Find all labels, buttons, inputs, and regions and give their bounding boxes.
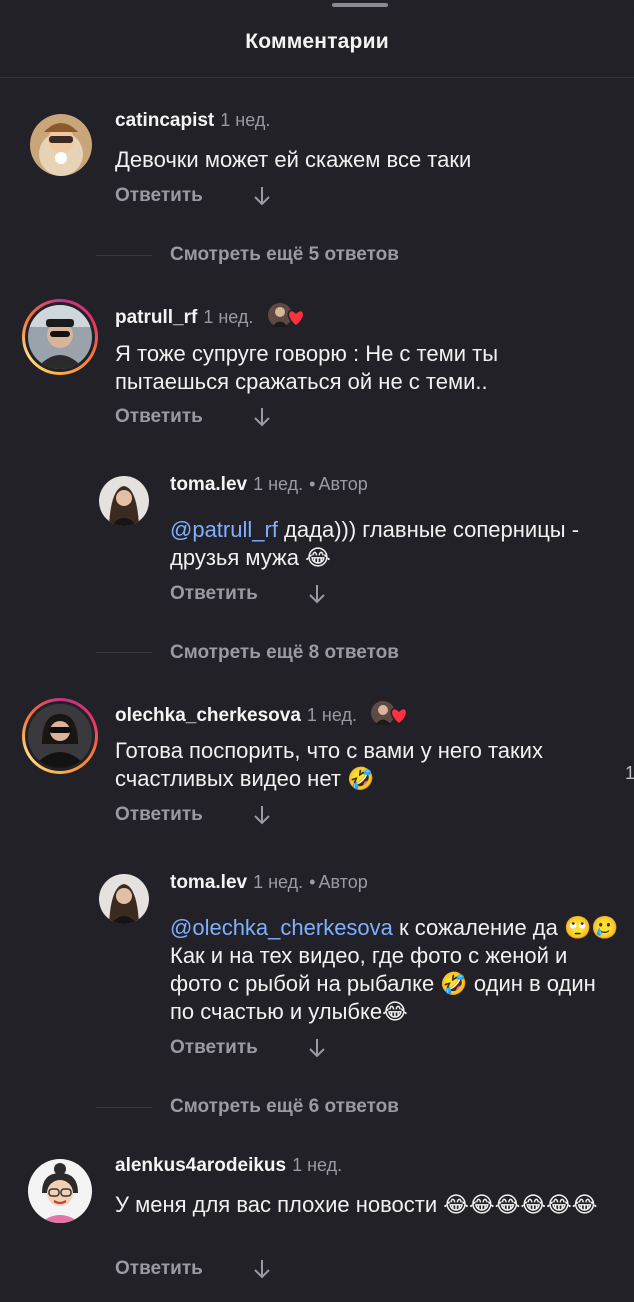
drag-handle[interactable] [332,3,388,7]
username[interactable]: toma.lev [170,872,247,893]
arrow-down-icon[interactable] [252,804,272,826]
author-liked-badge [370,700,412,726]
username[interactable]: toma.lev [170,474,247,495]
comment-meta: alenkus4arodeikus 1 нед. [115,1155,342,1177]
avatar[interactable] [99,874,149,924]
mention-link[interactable]: @olechka_cherkesova [170,915,393,940]
username[interactable]: patrull_rf [115,307,197,328]
author-liked-badge [267,302,309,328]
cut-off-text: 1 [625,763,634,783]
timestamp: 1 нед. [306,705,357,725]
comment-body: Готова поспорить, что с вами у него таки… [115,738,543,791]
comment-body: Девочки может ей скажем все таки [115,147,472,172]
comment-body: Я тоже супруге говорю : Не с теми ты пыт… [115,341,499,394]
comment-text: @olechka_cherkesova к сожаление да 🙄🥲 Ка… [170,914,620,1026]
comment-text: Готова поспорить, что с вами у него таки… [115,737,615,793]
comment-text: Девочки может ей скажем все таки [115,146,605,174]
avatar[interactable] [30,114,92,176]
comment-meta: patrull_rf 1 нед. [115,302,309,329]
reply-button[interactable]: Ответить [115,185,203,207]
reply-button[interactable]: Ответить [115,804,203,826]
username[interactable]: catincapist [115,110,214,131]
view-more-replies[interactable]: Смотреть ещё 5 ответов [170,244,399,266]
separator-dot: • [309,872,316,892]
comment-text: Я тоже супруге говорю : Не с теми ты пыт… [115,340,605,396]
avatar[interactable] [99,476,149,526]
comment-meta: toma.lev 1 нед. • Автор [170,872,368,894]
timestamp: 1 нед. [203,307,254,327]
divider [96,255,152,256]
comments-sheet: Комментарии catincapist 1 нед. Девочки мо… [0,0,634,1302]
avatar[interactable] [28,704,92,768]
arrow-down-icon[interactable] [252,1258,272,1280]
avatar[interactable] [28,305,92,369]
divider [96,1107,152,1108]
arrow-down-icon[interactable] [252,185,272,207]
comment-text: У меня для вас плохие новости 😂😂😂😂😂😂 [115,1191,615,1219]
avatar[interactable] [28,1159,92,1223]
timestamp: 1 нед. [253,872,304,892]
sheet-header: Комментарии [0,0,634,78]
comment-body: У меня для вас плохие новости 😂😂😂😂😂😂 [115,1192,598,1217]
reply-button[interactable]: Ответить [170,583,258,605]
arrow-down-icon[interactable] [252,406,272,428]
view-more-replies[interactable]: Смотреть ещё 6 ответов [170,1096,399,1118]
timestamp: 1 нед. [253,474,304,494]
reply-button[interactable]: Ответить [170,1037,258,1059]
username[interactable]: olechka_cherkesova [115,705,301,726]
mention-link[interactable]: @patrull_rf [170,517,278,542]
reply-button[interactable]: Ответить [115,1258,203,1280]
timestamp: 1 нед. [292,1155,343,1175]
comment-meta: catincapist 1 нед. [115,110,270,132]
author-label: Автор [318,474,368,494]
comment-meta: olechka_cherkesova 1 нед. [115,700,412,727]
divider [96,652,152,653]
username[interactable]: alenkus4arodeikus [115,1155,286,1176]
page-title: Комментарии [245,30,389,53]
timestamp: 1 нед. [220,110,271,130]
reply-button[interactable]: Ответить [115,406,203,428]
arrow-down-icon[interactable] [307,1037,327,1059]
comment-meta: toma.lev 1 нед. • Автор [170,474,368,496]
comment-text: @patrull_rf дада))) главные соперницы - … [170,516,610,572]
view-more-replies[interactable]: Смотреть ещё 8 ответов [170,642,399,664]
author-label: Автор [318,872,368,892]
arrow-down-icon[interactable] [307,583,327,605]
separator-dot: • [309,474,316,494]
